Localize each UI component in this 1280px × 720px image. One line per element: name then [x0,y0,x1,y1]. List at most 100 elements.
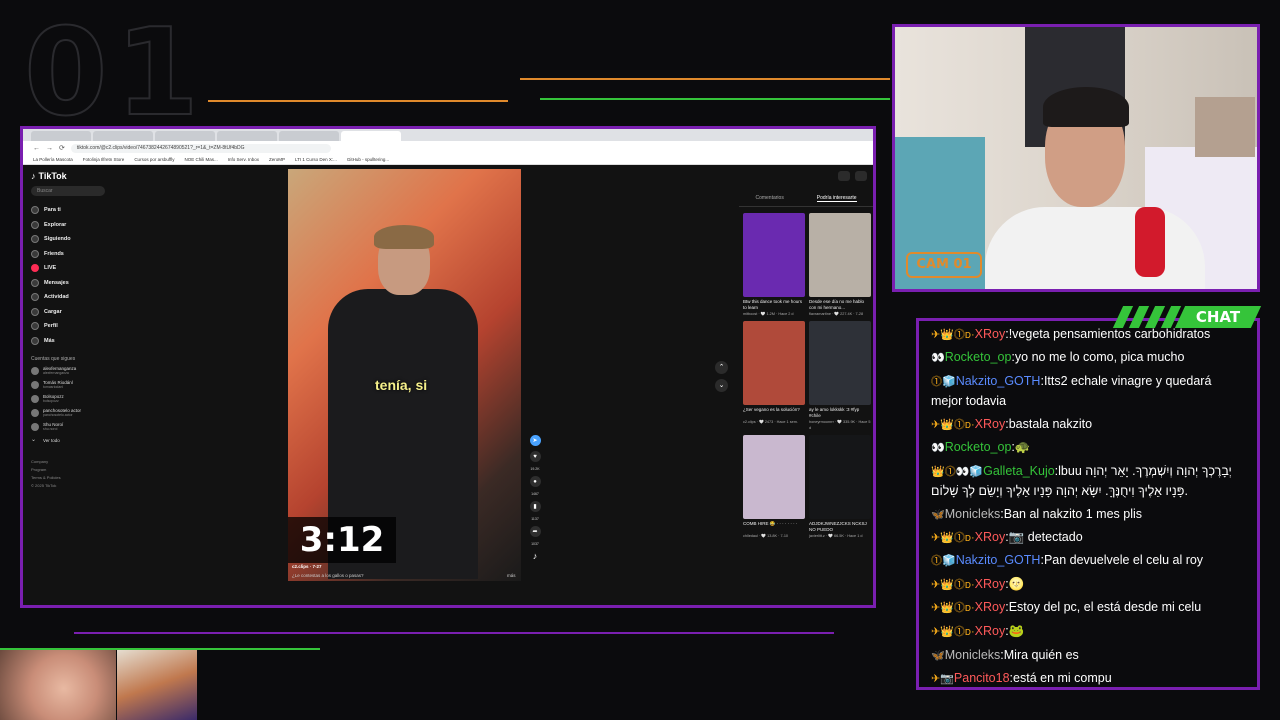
followed-account[interactable]: Shu Noroí shu.noroi [31,422,105,432]
chat-text: 📷 detectado [1008,530,1083,545]
followed-account[interactable]: panchosotelo actor panchosotelo.actor [31,408,105,418]
guest-webcam-2 [117,650,197,720]
account-handle: shu.noroi [43,427,58,431]
browser-tab[interactable] [31,131,91,141]
nav-item-profile[interactable]: Perfil [31,319,105,334]
chat-username[interactable]: XRoy [975,530,1006,544]
card-meta: chlledaul · 🤍 13.8K · 7-10 [743,534,789,538]
chat-username[interactable]: Galleta_Kujo [983,464,1055,478]
followed-account[interactable]: Bolsopozz bolsopozz [31,394,105,404]
recommended-video-card[interactable]: Desde ese día no me hablo con mi hermano… [809,213,871,317]
followed-account[interactable]: alexfernanganza alexfernanganza [31,366,105,376]
chat-username[interactable]: XRoy [975,327,1006,341]
chat-message: ✈👑⓵ᴅ·XRoy:bastala nakzito [931,413,1245,436]
footer-link[interactable]: Program [31,466,105,474]
chat-username[interactable]: Nakzito_GOTH [956,374,1041,388]
chat-username[interactable]: Nakzito_GOTH [956,553,1041,567]
chat-message: ⓵🧊Nakzito_GOTH:Itts2 echale vinagre y qu… [931,370,1245,413]
chat-username[interactable]: XRoy [975,577,1006,591]
chat-username[interactable]: XRoy [975,417,1006,431]
nav-item-more[interactable]: Más [31,334,105,349]
nav-label: Más [44,337,55,344]
comment-button[interactable]: ● [529,476,541,487]
bookmark[interactable]: ZeroMP [269,157,285,162]
recommended-video-card[interactable]: ADJDKJWNEZJCKS NCKSJ NO PUEDO javierlitt.… [809,435,871,539]
bookmark[interactable]: Fotolinja Ilfretn Store [83,157,125,162]
chat-username[interactable]: Monicleks [945,507,1001,521]
chat-username[interactable]: XRoy [975,600,1006,614]
footer-link[interactable]: Terms & Policies [31,474,105,482]
bookmark[interactable]: LTI 1 Curso Den X:... [295,157,337,162]
footer-link[interactable]: Company [31,458,105,466]
message-icon [31,278,39,287]
nav-item-upload[interactable]: Cargar [31,305,105,320]
nav-item-following[interactable]: Siguiendo [31,232,105,247]
video-thumbnail [743,435,805,519]
nav-item-friends[interactable]: Friends [31,247,105,262]
user-badges: ✈👑⓵ᴅ· [931,578,975,591]
tiktok-page: ♪ TikTok Buscar Para ti Explorar Siguiend… [23,165,873,605]
video-account[interactable]: c2.clips · 7-27 [292,564,322,569]
search-input[interactable]: Buscar [31,186,105,196]
reload-icon[interactable]: ⟳ [59,144,65,152]
nav-item-explore[interactable]: Explorar [31,218,105,233]
chevron-down-icon: ⌄ [31,437,37,443]
mail-icon[interactable] [838,171,850,181]
browser-tab[interactable] [217,131,277,141]
chat-message: 👀Rocketo_op:yo no me lo como, pica mucho [931,346,1245,369]
chat-username[interactable]: Rocketo_op [945,350,1012,364]
profile-menu-icon[interactable] [855,171,867,181]
bookmark[interactable]: NOE Chili Mas... [185,157,218,162]
chat-username[interactable]: Pancito18 [954,671,1010,685]
chat-username[interactable]: Monicleks [945,648,1001,662]
video-thumbnail [809,435,871,519]
previous-video-button[interactable]: ⌃ [715,361,728,374]
bookmark[interactable]: Cursos por arsbuffly [134,157,174,162]
bookmark[interactable]: GitHub - spulltering... [347,157,389,162]
chat-text: está en mi compu [1013,671,1112,686]
creator-avatar-button[interactable]: ➤ [529,435,541,446]
browser-tab-active[interactable] [341,131,401,141]
bookmark[interactable]: Info Serv. Inbox [228,157,259,162]
video-player[interactable]: tenía, si 3:12 c2.clips · 7-27 ¿Le conte… [288,169,521,581]
browser-tab[interactable] [155,131,215,141]
share-button[interactable]: ➦ [529,526,541,537]
address-bar[interactable]: tiktok.com/@c2.clips/video/7467382442674… [70,143,331,153]
next-video-button[interactable]: ⌄ [715,379,728,392]
card-title: Btw this dance took me hours to learn [743,299,803,310]
back-icon[interactable]: ← [33,145,40,152]
tab-you-may-like[interactable]: Podría interesarte [816,195,857,202]
bookmark[interactable]: La Pollería Mascota [33,157,73,162]
nav-item-activity[interactable]: Actividad [31,290,105,305]
chat-username[interactable]: Rocketo_op [945,440,1012,454]
nav-item-for-you[interactable]: Para ti [31,203,105,218]
followed-account[interactable]: Tomás Riodánl tomasriodanl [31,380,105,390]
tab-comments[interactable]: Comentarios [755,195,783,202]
see-all-link[interactable]: ⌄ Ver todo [31,436,105,444]
account-info: panchosotelo actor panchosotelo.actor [43,408,81,418]
video-caption: tenía, si [375,377,428,393]
streamer-hair [1043,87,1129,127]
recommended-video-card[interactable]: ¿Ser vegano es la solución? c2.clips · 🤍 … [743,321,805,431]
tiktok-note-icon: ♪ [532,551,538,561]
accent-line-purple [74,632,834,634]
recommended-video-card[interactable]: Btw this dance took me hours to learn mit… [743,213,805,317]
chat-username[interactable]: XRoy [975,624,1006,638]
streamer [985,87,1205,289]
video-more-link[interactable]: más [507,573,516,578]
browser-tab[interactable] [93,131,153,141]
card-meta: honeyrmoonrrr · 🤍 335.9K · Hace 5 d [809,420,871,430]
nav-item-messages[interactable]: Mensajes [31,276,105,291]
recommended-video-card[interactable]: ay le amo lokkskk :3 #fyp #chile honeyrmo… [809,321,871,431]
share-count: 1037 [531,542,539,546]
upload-icon [31,307,39,316]
save-button[interactable]: ▮ [529,501,541,512]
like-button[interactable]: ♥ [529,451,541,462]
recommended-video-card[interactable]: COMB HIRE 😂 · · · · · · · · chlledaul · 🤍… [743,435,805,539]
browser-tab[interactable] [279,131,339,141]
forward-icon[interactable]: → [46,145,53,152]
tiktok-logo[interactable]: ♪ TikTok [31,171,105,181]
microphone [1135,207,1165,277]
nav-item-live[interactable]: LIVE [31,261,105,276]
browser-window: ← → ⟳ tiktok.com/@c2.clips/video/7467382… [20,126,876,608]
